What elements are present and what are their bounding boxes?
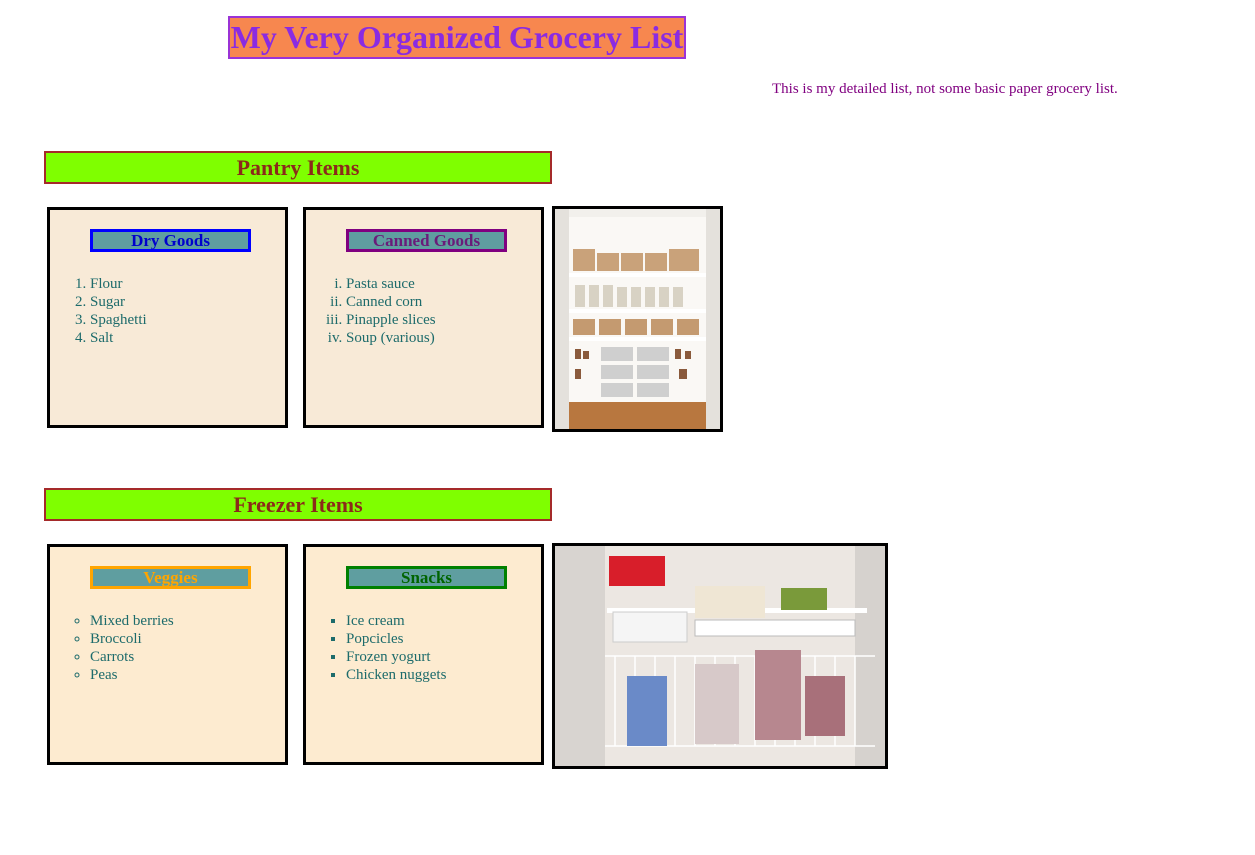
pantry-photo-illustration	[555, 209, 720, 429]
list-item: Peas	[90, 666, 174, 684]
dry-goods-list: Flour Sugar Spaghetti Salt	[50, 275, 147, 347]
list-item: Mixed berries	[90, 612, 174, 630]
pantry-section-header: Pantry Items	[44, 151, 552, 184]
snacks-heading: Snacks	[346, 566, 507, 589]
dry-goods-heading: Dry Goods	[90, 229, 251, 252]
canned-goods-list: Pasta sauce Canned corn Pinapple slices …	[306, 275, 436, 347]
list-item: Broccoli	[90, 630, 174, 648]
list-item: Pinapple slices	[346, 311, 436, 329]
list-item: Popcicles	[346, 630, 446, 648]
list-item: Frozen yogurt	[346, 648, 446, 666]
canned-goods-heading: Canned Goods	[346, 229, 507, 252]
list-item: Pasta sauce	[346, 275, 436, 293]
list-item: Spaghetti	[90, 311, 147, 329]
page-subtitle: This is my detailed list, not some basic…	[772, 81, 1118, 97]
pantry-photo	[552, 206, 723, 432]
list-item: Canned corn	[346, 293, 436, 311]
list-item: Carrots	[90, 648, 174, 666]
list-item: Ice cream	[346, 612, 446, 630]
freezer-photo-illustration	[555, 546, 885, 766]
snacks-list: Ice cream Popcicles Frozen yogurt Chicke…	[306, 612, 446, 684]
page-title: My Very Organized Grocery List	[228, 16, 686, 59]
list-item: Soup (various)	[346, 329, 436, 347]
veggies-list: Mixed berries Broccoli Carrots Peas	[50, 612, 174, 684]
veggies-heading: Veggies	[90, 566, 251, 589]
list-item: Flour	[90, 275, 147, 293]
list-item: Sugar	[90, 293, 147, 311]
freezer-section-header: Freezer Items	[44, 488, 552, 521]
canned-goods-box: Canned Goods Pasta sauce Canned corn Pin…	[303, 207, 544, 428]
list-item: Chicken nuggets	[346, 666, 446, 684]
freezer-photo	[552, 543, 888, 769]
snacks-box: Snacks Ice cream Popcicles Frozen yogurt…	[303, 544, 544, 765]
dry-goods-box: Dry Goods Flour Sugar Spaghetti Salt	[47, 207, 288, 428]
list-item: Salt	[90, 329, 147, 347]
veggies-box: Veggies Mixed berries Broccoli Carrots P…	[47, 544, 288, 765]
